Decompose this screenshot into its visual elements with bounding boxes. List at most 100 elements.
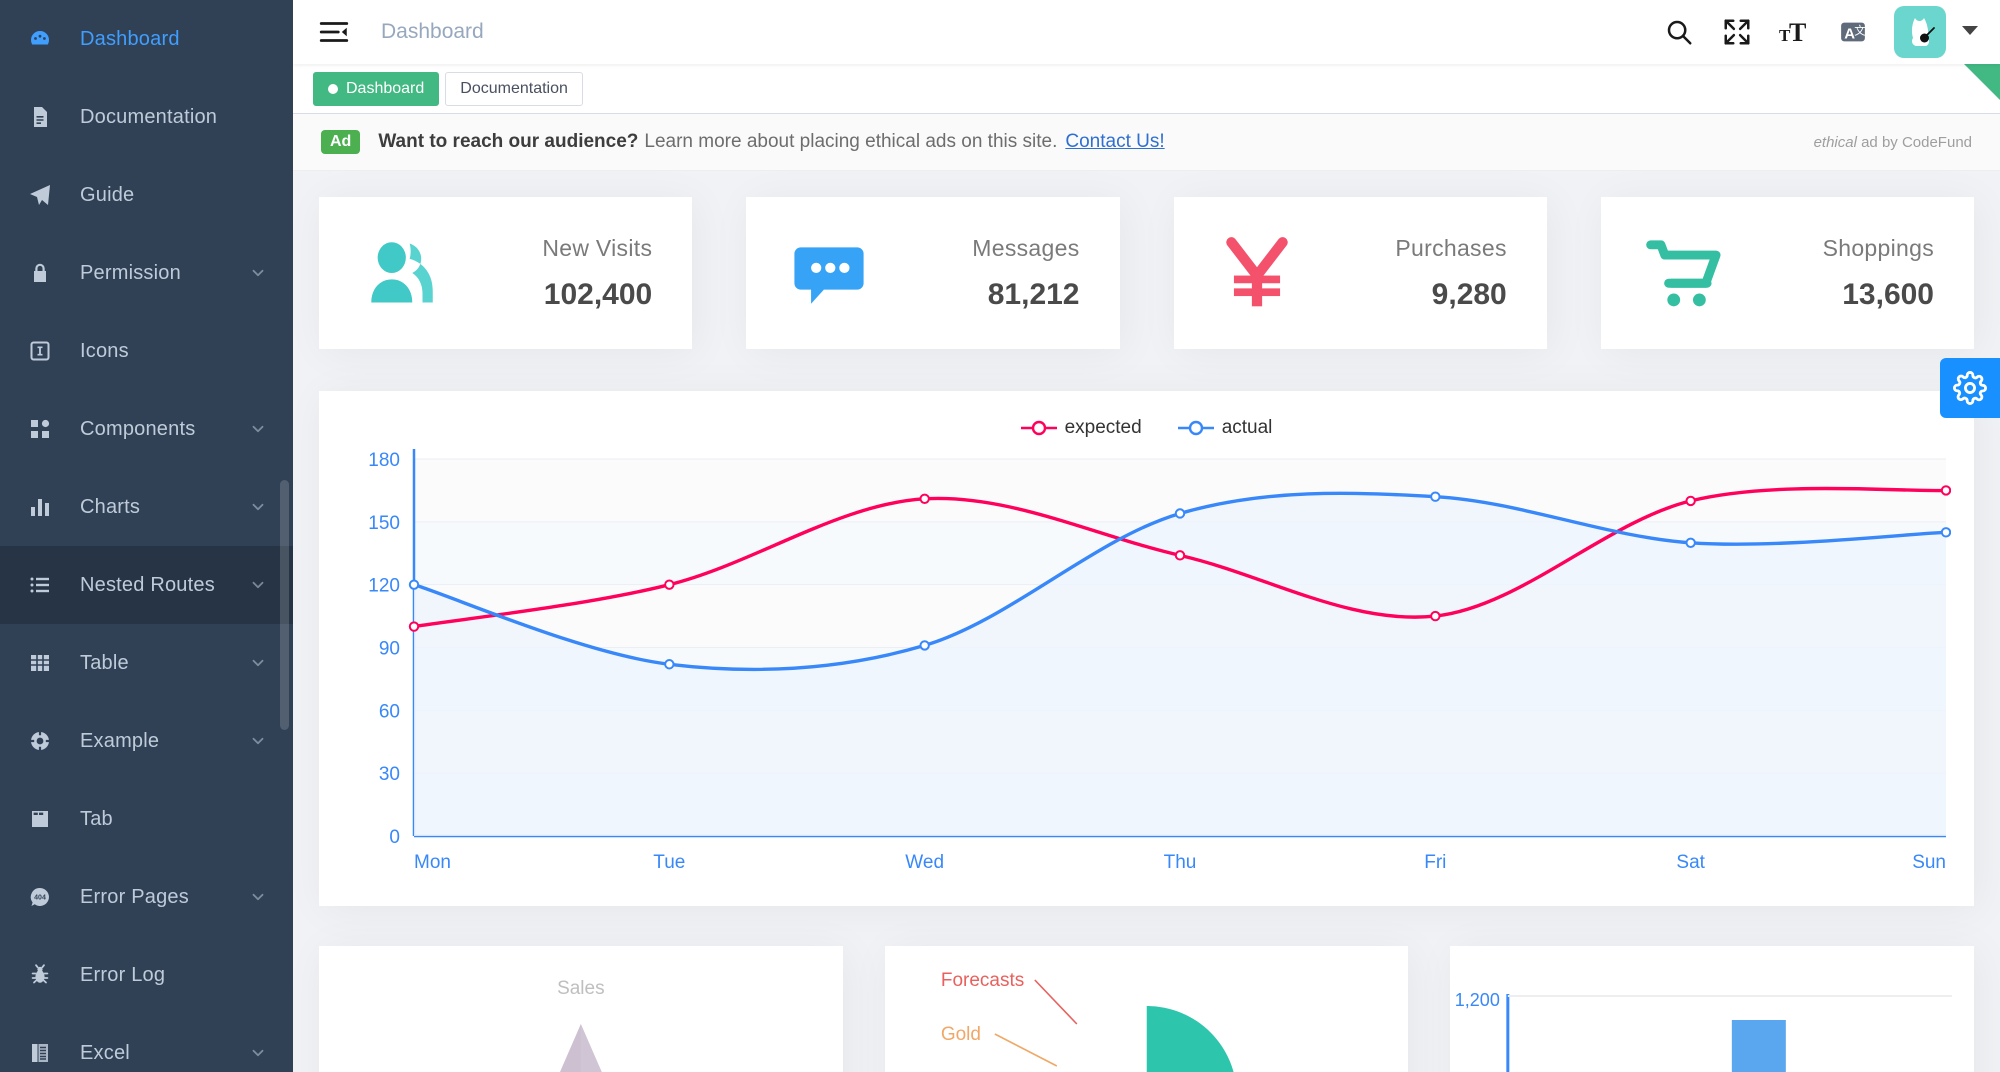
search-icon[interactable]	[1650, 0, 1708, 64]
sidebar-item-table[interactable]: Table	[0, 624, 293, 702]
ad-text: Learn more about placing ethical ads on …	[644, 131, 1058, 152]
sidebar-item-example[interactable]: Example	[0, 702, 293, 780]
hamburger-collapse-icon[interactable]	[317, 15, 351, 49]
sidebar-item-label: Table	[80, 651, 129, 674]
chevron-down-icon[interactable]	[249, 576, 267, 594]
excel-icon	[26, 1039, 54, 1067]
chevron-down-icon[interactable]	[249, 654, 267, 672]
chart-y-tick-label: 150	[368, 513, 400, 534]
shopping-icon	[1643, 232, 1725, 314]
ad-contact-link[interactable]: Contact Us!	[1065, 131, 1164, 153]
example-icon	[26, 727, 54, 755]
sidebar-item-components[interactable]: Components	[0, 390, 293, 468]
navbar: Dashboard T T A 文	[293, 0, 2000, 64]
sidebar-item-permission[interactable]: Permission	[0, 234, 293, 312]
settings-panel-button[interactable]	[1940, 358, 2000, 418]
breadcrumb[interactable]: Dashboard	[381, 20, 484, 44]
sidebar-item-label: Error Pages	[80, 885, 189, 908]
sidebar-item-label: Icons	[80, 339, 129, 362]
sidebar-item-guide[interactable]: Guide	[0, 156, 293, 234]
stat-card-title: Shoppings	[1822, 234, 1934, 261]
chevron-down-icon[interactable]	[249, 1044, 267, 1062]
tab-documentation[interactable]: Documentation	[445, 71, 583, 106]
chevron-down-icon[interactable]	[249, 420, 267, 438]
chart-x-tick-label: Sat	[1676, 852, 1705, 873]
chart-bar-icon	[26, 493, 54, 521]
legend-item-actual[interactable]: actual	[1177, 417, 1272, 439]
legend-marker-icon	[1020, 419, 1057, 437]
svg-text:404: 404	[34, 895, 46, 902]
legend-item-expected[interactable]: expected	[1020, 417, 1142, 439]
sidebar-item-error-log[interactable]: Error Log	[0, 936, 293, 1014]
ad-attribution-rest: ad by CodeFund	[1856, 133, 1972, 151]
table-icon	[26, 649, 54, 677]
sidebar-scrollbar[interactable]	[280, 480, 289, 730]
avatar[interactable]	[1894, 6, 1946, 58]
stat-card-text: Shoppings 13,600	[1823, 235, 1934, 312]
stat-card-messages[interactable]: Messages 81,212	[746, 197, 1120, 349]
line-chart[interactable]: 0 30 60 90 120 150 180 Mon Tue Wed Thu Fri Sat Sun	[339, 411, 1952, 891]
bottom-cards-row: Sales Forecasts Gold 1,200	[319, 946, 1975, 1072]
sidebar-item-label: Components	[80, 417, 196, 440]
ad-attribution-emphasis: ethical	[1813, 133, 1857, 151]
stat-cards: New Visits 102,400 Messages 81,212 Purchases…	[319, 197, 1974, 349]
sidebar-item-documentation[interactable]: Documentation	[0, 78, 293, 156]
error-404-icon: 404	[26, 883, 54, 911]
chevron-down-icon[interactable]	[249, 498, 267, 516]
chart-x-tick-label: Wed	[905, 852, 944, 873]
bar-chart-card[interactable]: 1,200	[1450, 946, 1975, 1072]
chevron-down-icon[interactable]	[249, 888, 267, 906]
sidebar-item-tab[interactable]: Tab	[0, 780, 293, 858]
sales-pie-card[interactable]: Sales	[319, 946, 843, 1072]
stat-card-value: 102,400	[543, 277, 653, 311]
sidebar-item-charts[interactable]: Charts	[0, 468, 293, 546]
sidebar-item-error-pages[interactable]: 404 Error Pages	[0, 858, 293, 936]
chart-point-actual	[1430, 491, 1441, 502]
sidebar-item-label: Tab	[80, 807, 113, 830]
chart-point-actual	[664, 659, 675, 670]
sidebar-item-dashboard[interactable]: Dashboard	[0, 0, 293, 78]
fullscreen-icon[interactable]	[1708, 0, 1766, 64]
ad-headline: Want to reach our audience?	[378, 131, 639, 152]
stat-card-shoppings[interactable]: Shoppings 13,600	[1600, 197, 1974, 349]
stat-card-title: Purchases	[1395, 234, 1507, 261]
money-icon	[1216, 232, 1298, 314]
people-icon	[361, 232, 443, 314]
chart-point-actual	[1174, 508, 1186, 519]
sidebar-item-icons[interactable]: Icons	[0, 312, 293, 390]
sidebar-item-nested-routes[interactable]: Nested Routes	[0, 546, 293, 624]
sidebar: Dashboard Documentation Guide Permission Ico…	[0, 0, 293, 1072]
stat-card-title: New Visits	[542, 234, 653, 261]
lock-icon	[26, 259, 54, 287]
legend-label: expected	[1064, 417, 1142, 438]
avatar-dropdown[interactable]	[1894, 6, 1978, 58]
guide-icon	[26, 181, 54, 209]
sidebar-item-excel[interactable]: Excel	[0, 1014, 293, 1072]
translate-icon[interactable]: A 文	[1824, 0, 1882, 64]
chart-point-expected	[1430, 610, 1441, 622]
text-size-icon[interactable]: T T	[1766, 0, 1824, 64]
sidebar-item-label: Charts	[80, 495, 141, 518]
chart-point-expected	[664, 579, 675, 590]
stat-card-purchases[interactable]: Purchases 9,280	[1173, 197, 1547, 349]
stat-card-new-visits[interactable]: New Visits 102,400	[319, 197, 693, 349]
icons-icon	[26, 337, 54, 365]
sidebar-item-label: Dashboard	[80, 27, 180, 50]
chart-y-tick-label: 0	[389, 827, 400, 848]
svg-text:文: 文	[1854, 24, 1865, 38]
chart-y-tick-label: 120	[368, 576, 400, 597]
stat-card-text: Purchases 9,280	[1395, 235, 1506, 312]
tabs-view: Dashboard Documentation	[293, 64, 2000, 114]
sidebar-item-label: Error Log	[80, 963, 166, 986]
tab-dashboard[interactable]: Dashboard	[313, 71, 440, 106]
forecasts-card[interactable]: Forecasts Gold	[884, 946, 1409, 1072]
chevron-down-icon[interactable]	[249, 264, 267, 282]
chart-point-actual	[1685, 537, 1696, 548]
bug-icon	[26, 961, 54, 989]
nested-list-icon	[26, 571, 54, 599]
chart-x-tick-label: Fri	[1424, 852, 1446, 873]
bar-axis-top-label: 1,200	[1455, 990, 1500, 1010]
chevron-down-icon[interactable]	[249, 732, 267, 750]
stat-card-title: Messages	[972, 234, 1080, 261]
caret-down-icon[interactable]	[1962, 23, 1978, 41]
